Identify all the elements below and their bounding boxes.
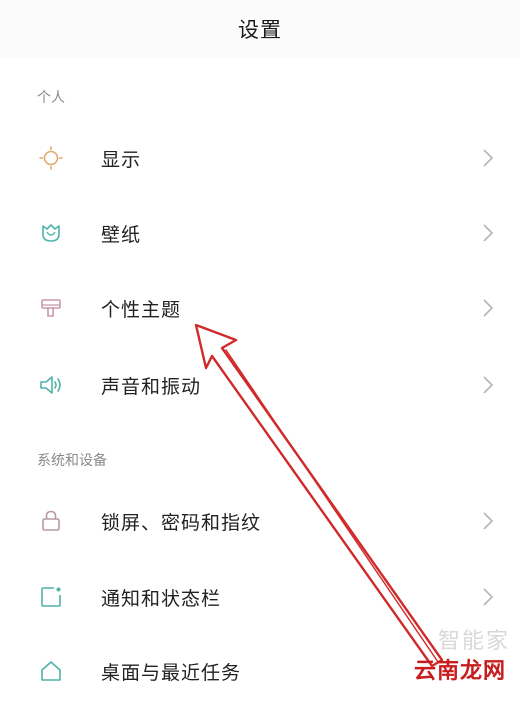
chevron-right-icon bbox=[478, 587, 498, 607]
settings-item-notifications[interactable]: 通知和状态栏 bbox=[0, 562, 520, 632]
title-bar: 设置 bbox=[0, 0, 520, 59]
lock-icon bbox=[36, 506, 66, 536]
page-title: 设置 bbox=[238, 18, 282, 42]
settings-item-label: 锁屏、密码和指纹 bbox=[101, 511, 262, 534]
settings-item-label: 桌面与最近任务 bbox=[101, 661, 242, 684]
chevron-right-icon bbox=[478, 298, 498, 318]
section-header-personal: 个人 bbox=[37, 90, 65, 106]
settings-item-label: 壁纸 bbox=[101, 223, 142, 246]
settings-item-lockscreen[interactable]: 锁屏、密码和指纹 bbox=[0, 486, 520, 556]
chevron-right-icon bbox=[478, 375, 498, 395]
home-icon bbox=[36, 656, 66, 686]
settings-item-display[interactable]: 显示 bbox=[0, 123, 520, 193]
display-brightness-icon bbox=[36, 143, 66, 173]
theme-brush-icon bbox=[36, 293, 66, 323]
settings-item-sound[interactable]: 声音和振动 bbox=[0, 350, 520, 420]
section-header-system: 系统和设备 bbox=[37, 453, 107, 469]
settings-list: 个人 显示 壁纸 个性主题 声音和振动 系统和设备 锁屏、密码和指纹 通知和状态… bbox=[0, 58, 520, 691]
settings-item-label: 显示 bbox=[101, 148, 142, 171]
watermark-faded: 智能家 bbox=[437, 629, 510, 654]
chevron-right-icon bbox=[478, 223, 498, 243]
settings-item-themes[interactable]: 个性主题 bbox=[0, 273, 520, 343]
settings-item-wallpaper[interactable]: 壁纸 bbox=[0, 198, 520, 268]
chevron-right-icon bbox=[478, 511, 498, 531]
watermark-logo: 云南龙网 bbox=[413, 658, 506, 684]
wallpaper-tulip-icon bbox=[36, 218, 66, 248]
chevron-right-icon bbox=[478, 148, 498, 168]
sound-speaker-icon bbox=[36, 370, 66, 400]
notification-icon bbox=[36, 582, 66, 612]
settings-item-label: 通知和状态栏 bbox=[101, 587, 222, 610]
settings-item-label: 声音和振动 bbox=[101, 375, 202, 398]
settings-item-label: 个性主题 bbox=[101, 298, 182, 321]
